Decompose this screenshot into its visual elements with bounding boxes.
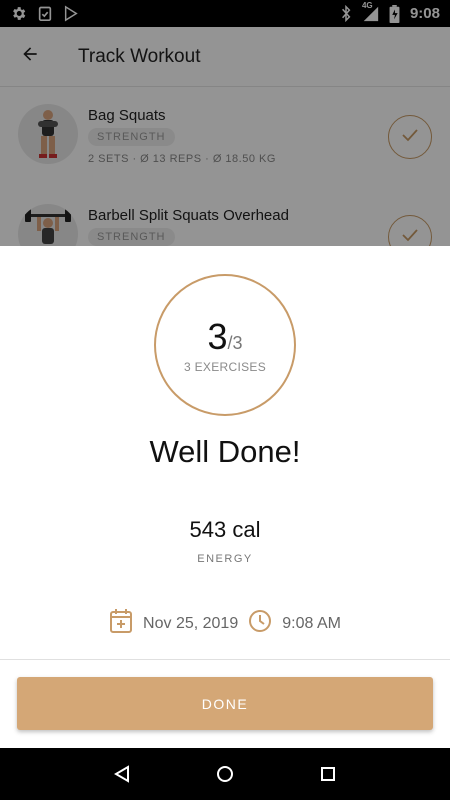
progress-ring: 3 /3 3 EXERCISES: [154, 274, 296, 416]
workout-time: 9:08 AM: [282, 614, 341, 632]
workout-complete-sheet: 3 /3 3 EXERCISES Well Done! 543 cal ENER…: [0, 246, 450, 748]
headline: Well Done!: [149, 434, 301, 469]
calendar-add-icon: [109, 608, 133, 639]
exercises-label: 3 EXERCISES: [184, 360, 266, 374]
divider: [0, 659, 450, 660]
system-nav-bar: [0, 748, 450, 800]
clock-icon: [248, 609, 272, 638]
done-button[interactable]: DONE: [17, 677, 433, 730]
total-count: /3: [227, 333, 243, 353]
energy-value: 543 cal: [189, 517, 261, 542]
home-circle-icon[interactable]: [205, 754, 245, 794]
recents-square-icon[interactable]: [308, 754, 348, 794]
energy-label: ENERGY: [197, 553, 253, 565]
workout-date: Nov 25, 2019: [143, 614, 239, 632]
workout-datetime: Nov 25, 2019 9:08 AM: [0, 608, 450, 639]
back-triangle-icon[interactable]: [102, 754, 142, 794]
completed-count: 3: [207, 316, 228, 357]
